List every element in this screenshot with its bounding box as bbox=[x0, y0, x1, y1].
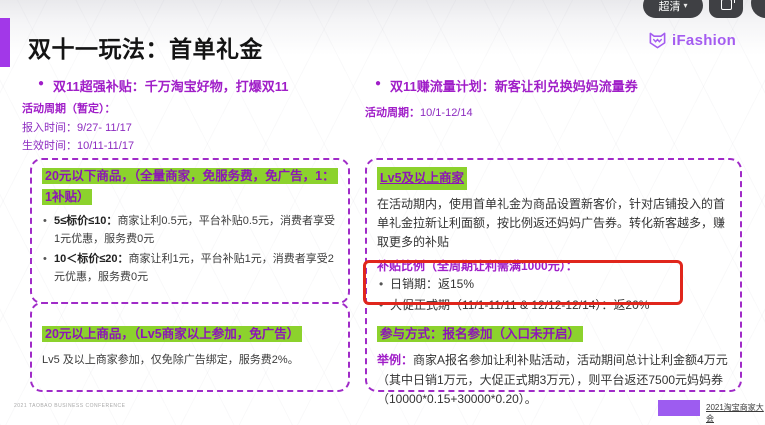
under20-bullets: •5≤标价≤10：商家让利0.5元，平台补贴0.5元，消费者享受1元优惠，服务费… bbox=[42, 212, 338, 286]
bullet-dot-icon: • bbox=[43, 212, 47, 230]
list-item: •10＜标价≤20：商家让利1元，平台补贴1元，消费者享受2元优惠，服务费0元 bbox=[42, 250, 338, 286]
left-section-heading-text: 双11超强补贴：千万淘宝好物，打爆双11 bbox=[53, 76, 289, 95]
ifashion-fox-icon bbox=[648, 31, 667, 50]
bullet-dot-icon: • bbox=[43, 250, 47, 268]
example-text: 商家A报名参加让利补贴活动，活动期间总计让利金额4万元（其中日销1万元，大促正式… bbox=[377, 353, 728, 406]
over20-detail: Lv5 及以上商家参加，仅免除广告绑定，服务费2%。 bbox=[42, 351, 338, 367]
left-report-time: 报入时间：9/27- 11/17 bbox=[22, 119, 132, 135]
merchant-level-tag: Lv5及以上商家 bbox=[377, 167, 467, 190]
ifashion-logo-text: iFashion bbox=[672, 32, 736, 49]
under20-highlight: 20元以下商品，（全量商家，免服务费，免广告，1：1补贴） bbox=[42, 168, 338, 205]
over20-highlight: 20元以上商品，（Lv5商家以上参加，免广告） bbox=[42, 326, 302, 342]
title-accent-bar bbox=[0, 18, 10, 67]
right-period-value: 10/1-12/14 bbox=[420, 107, 473, 119]
video-quality-button[interactable]: 超清 ▾ bbox=[643, 0, 703, 18]
slide-canvas: 超清 ▾ 双十一玩法：首单礼金 iFashion ● 双11超强补贴：千万淘宝好… bbox=[0, 0, 765, 425]
ratio-promo: 大促正式期（11/1-11/11 & 12/12-12/14）：返20% bbox=[390, 298, 649, 312]
video-quality-label: 超清 bbox=[658, 0, 680, 14]
conference-footer-text: 2021 TAOBAO BUSINESS CONFERENCE bbox=[14, 403, 125, 409]
footer-logo-block bbox=[658, 400, 700, 416]
right-section-heading-text: 双11赚流量计划：新客让利兑换妈妈流量券 bbox=[390, 76, 638, 95]
program-description: 在活动期内，使用首单礼金为商品设置新客价，针对店铺投入的首单礼金拉新让利面额，按… bbox=[377, 195, 730, 252]
right-period-label: 活动周期： bbox=[365, 107, 420, 119]
screenshot-button[interactable] bbox=[709, 0, 743, 18]
more-options-button[interactable] bbox=[751, 0, 765, 18]
right-period-line: 活动周期：10/1-12/14 bbox=[365, 104, 473, 120]
conference-name-text: 2021淘宝商家大会 bbox=[706, 402, 765, 424]
chevron-down-icon: ▾ bbox=[683, 1, 687, 10]
bullet-dot-icon: ● bbox=[38, 76, 44, 92]
bullet-dot-icon: • bbox=[379, 296, 383, 316]
list-item: • 日销期：返15% bbox=[377, 275, 730, 295]
page-title: 双十一玩法：首单礼金 bbox=[28, 30, 263, 64]
left-period-label: 活动周期（暂定）： bbox=[22, 100, 116, 116]
left-effective-time: 生效时间：10/11-11/17 bbox=[22, 137, 134, 153]
ifashion-logo: iFashion bbox=[648, 31, 736, 50]
right-rule-box: Lv5及以上商家 在活动期内，使用首单礼金为商品设置新客价，针对店铺投入的首单礼… bbox=[365, 158, 742, 392]
ratio-daily: 日销期：返15% bbox=[390, 277, 474, 291]
join-method-highlight: 参与方式：报名参加（入口未开启） bbox=[377, 326, 583, 342]
left-rule-box-over20: 20元以上商品，（Lv5商家以上参加，免广告） Lv5 及以上商家参加，仅免除广… bbox=[30, 302, 350, 392]
bullet-dot-icon: ● bbox=[375, 76, 381, 92]
subsidy-ratio-label: 补贴比例（全周期让利需满1000元）： bbox=[377, 257, 730, 274]
example-label: 举例： bbox=[377, 353, 413, 367]
price-tier-label: 10＜标价≤20： bbox=[54, 253, 129, 265]
price-tier-label: 5≤标价≤10： bbox=[54, 215, 117, 227]
join-method-line: 参与方式：报名参加（入口未开启） bbox=[377, 324, 730, 345]
screenshot-icon bbox=[721, 0, 732, 10]
left-rule-box-under20: 20元以下商品，（全量商家，免服务费，免广告，1：1补贴） •5≤标价≤10：商… bbox=[30, 158, 350, 304]
list-item: •5≤标价≤10：商家让利0.5元，平台补贴0.5元，消费者享受1元优惠，服务费… bbox=[42, 212, 338, 248]
bullet-dot-icon: • bbox=[379, 275, 383, 295]
right-section-heading: ● 双11赚流量计划：新客让利兑换妈妈流量券 bbox=[375, 76, 735, 95]
list-item: • 大促正式期（11/1-11/11 & 12/12-12/14）：返20% bbox=[377, 296, 730, 316]
left-section-heading: ● 双11超强补贴：千万淘宝好物，打爆双11 bbox=[38, 76, 353, 95]
